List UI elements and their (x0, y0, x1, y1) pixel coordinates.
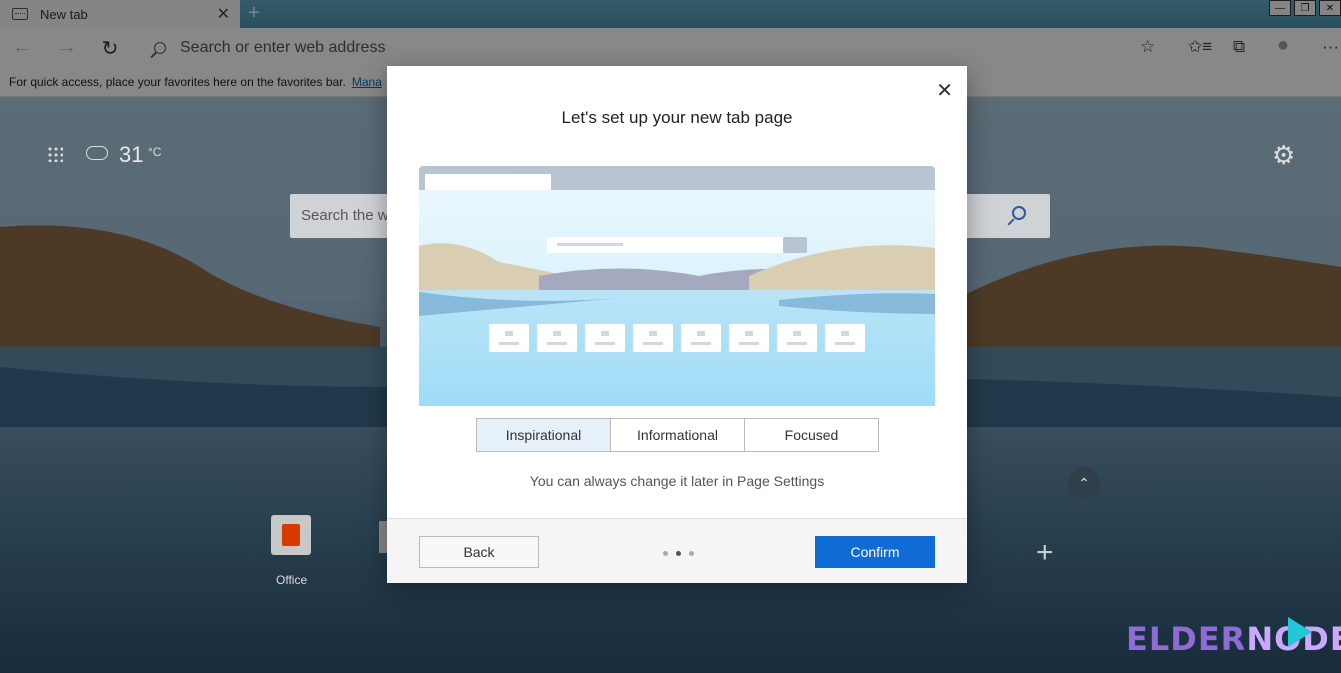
dialog-footer: Back Confirm (387, 518, 967, 583)
logo-text-elder: ELDER (1126, 620, 1247, 658)
option-focused[interactable]: Focused (745, 419, 878, 451)
layout-preview-image (419, 166, 935, 406)
weather-cloud-icon (86, 146, 108, 160)
option-informational[interactable]: Informational (611, 419, 745, 451)
setup-dialog: ✕ Let's set up your new tab page Inspira… (387, 66, 967, 583)
close-icon[interactable]: ✕ (936, 78, 953, 103)
step-dot-current (676, 551, 681, 556)
apps-grid-icon[interactable] (47, 146, 63, 162)
temperature: 31 (119, 142, 144, 167)
back-button[interactable]: Back (419, 536, 539, 568)
option-inspirational[interactable]: Inspirational (477, 419, 611, 451)
web-search-placeholder: Search the w (301, 207, 389, 224)
office-icon (282, 524, 300, 546)
quick-link-office[interactable] (271, 515, 311, 555)
layout-option-group: Inspirational Informational Focused (476, 418, 879, 452)
dialog-hint: You can always change it later in Page S… (529, 473, 825, 489)
page-settings-gear-icon[interactable]: ⚙ (1272, 140, 1295, 171)
logo-play-icon (1288, 617, 1312, 647)
scroll-up-button[interactable]: ⌃ (1068, 467, 1100, 499)
step-indicator (663, 551, 694, 556)
add-quick-link-button[interactable]: + (1036, 536, 1054, 570)
web-search-icon[interactable] (1012, 206, 1026, 220)
temperature-unit: °C (148, 145, 162, 159)
dialog-title: Let's set up your new tab page (561, 108, 793, 127)
confirm-button[interactable]: Confirm (815, 536, 935, 568)
step-dot (689, 551, 694, 556)
quick-link-label: Office (276, 573, 308, 587)
step-dot (663, 551, 668, 556)
